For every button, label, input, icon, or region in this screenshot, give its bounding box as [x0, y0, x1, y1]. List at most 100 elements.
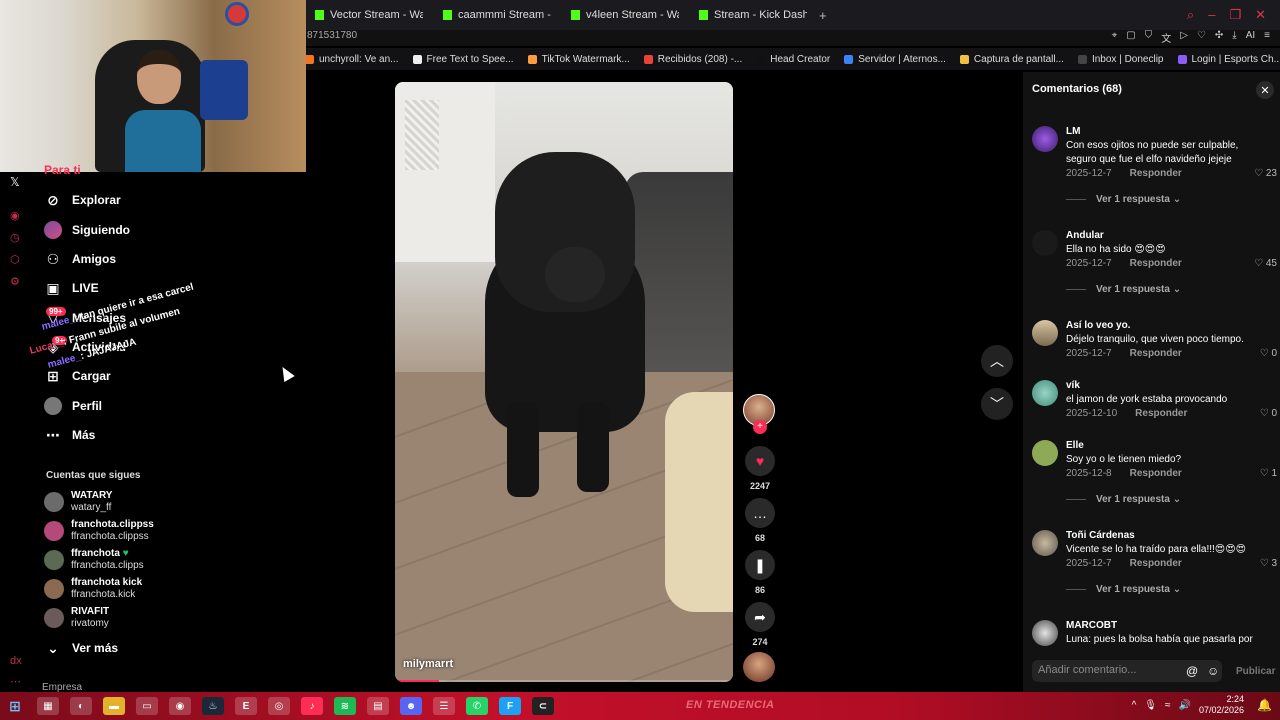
x-icon[interactable]: 𝕏 — [10, 175, 22, 189]
pin-icon[interactable]: ⌖ — [1112, 30, 1118, 45]
close-icon[interactable]: ✕ — [1255, 7, 1266, 23]
following-account[interactable]: RIVAFIT rivatomy — [44, 606, 109, 630]
minimize-icon[interactable]: – — [1208, 7, 1215, 23]
browser-tab[interactable]: Vector Stream - Watch Liv — [305, 0, 433, 30]
capcut-icon[interactable]: ⊂ — [532, 697, 554, 715]
comment-user[interactable]: Elle — [1066, 440, 1084, 451]
reply-button[interactable]: Responder — [1130, 468, 1182, 479]
url-fragment[interactable]: 871531780 — [307, 30, 357, 41]
view-replies-button[interactable]: Ver 1 respuesta ⌄ — [1066, 584, 1181, 595]
emoji-icon[interactable]: ☺ — [1207, 664, 1219, 678]
comment-user[interactable]: Andular — [1066, 230, 1104, 241]
video-author[interactable]: milymarrt — [403, 658, 453, 670]
comment-user[interactable]: vík — [1066, 380, 1080, 391]
app-icon[interactable]: ▭ — [136, 697, 158, 715]
puzzle-icon[interactable]: ✣ — [1215, 30, 1223, 45]
bookmark[interactable]: Login | Esports Ch... — [1177, 54, 1280, 65]
f-app-icon[interactable]: F — [499, 697, 521, 715]
ai-icon[interactable]: AI — [1246, 30, 1255, 45]
search-icon[interactable]: ⌕ — [1187, 7, 1194, 23]
new-tab-plus-icon[interactable]: + — [819, 8, 827, 23]
comment-like-button[interactable]: ♡ 45 — [1254, 258, 1277, 269]
following-account[interactable]: ffranchota kick ffranchota.kick — [44, 577, 142, 601]
bookmark[interactable]: TikTok Watermark... — [527, 54, 630, 65]
like-button[interactable]: ♥ 2247 — [743, 446, 777, 491]
bookmark[interactable]: Head Creator — [756, 54, 830, 65]
shield-icon[interactable]: ⛉ — [1145, 30, 1153, 45]
nav-for-you[interactable]: Para ti — [44, 164, 81, 176]
following-account[interactable]: WATARY watary_ff — [44, 490, 112, 514]
translate-icon[interactable]: 文 — [1161, 30, 1171, 45]
bookmark[interactable]: Servidor | Aternos... — [844, 54, 946, 65]
follow-plus-icon[interactable]: + — [753, 420, 767, 434]
calculator-icon[interactable]: ▤ — [367, 697, 389, 715]
discord-icon[interactable]: ☻ — [400, 697, 422, 715]
view-replies-button[interactable]: Ver 1 respuesta ⌄ — [1066, 494, 1181, 505]
nav-live[interactable]: ▣ LIVE — [44, 276, 98, 300]
bookmark[interactable]: Inbox | Doneclip — [1077, 54, 1164, 65]
avatar[interactable] — [1032, 440, 1058, 466]
music-disc-avatar[interactable] — [743, 652, 775, 682]
see-more-button[interactable]: ⌄ Ver más — [44, 636, 118, 660]
volume-icon[interactable]: 🔊 — [1179, 700, 1191, 711]
following-account[interactable]: ffranchota ♥ ffranchota.clipps — [44, 548, 144, 572]
comment-like-button[interactable]: ♡ 0 — [1260, 348, 1277, 359]
publish-button[interactable]: Publicar — [1236, 666, 1275, 677]
download-icon[interactable]: ⤓ — [1232, 30, 1236, 45]
bookmark[interactable]: Free Text to Spee... — [412, 54, 514, 65]
reply-button[interactable]: Responder — [1130, 168, 1182, 179]
comment-like-button[interactable]: ♡ 23 — [1254, 168, 1277, 179]
reply-button[interactable]: Responder — [1135, 408, 1187, 419]
windows-start-icon[interactable]: ⊞ — [4, 697, 26, 715]
spotify-icon[interactable]: ≋ — [334, 697, 356, 715]
avatar[interactable] — [1032, 530, 1058, 556]
avatar[interactable] — [1032, 620, 1058, 646]
heart-icon[interactable]: ♡ — [1197, 30, 1206, 45]
comment-button[interactable]: … 68 — [743, 498, 777, 543]
folder-icon[interactable]: ▬ — [103, 697, 125, 715]
previous-video-button[interactable]: ︿ — [981, 345, 1013, 377]
comment-like-button[interactable]: ♡ 3 — [1260, 558, 1277, 569]
comment-user[interactable]: MARCOBT — [1066, 620, 1117, 631]
nav-profile[interactable]: Perfil — [44, 394, 102, 418]
obs-icon[interactable]: ◉ — [169, 697, 191, 715]
bookmark[interactable]: Recibidos (208) -... — [643, 54, 742, 65]
nav-more[interactable]: ⋯ Más — [44, 423, 95, 447]
share-button[interactable]: ➦ 274 — [743, 602, 777, 647]
screenshot-icon[interactable]: ▢ — [1126, 30, 1135, 45]
whatsapp-icon[interactable]: ✆ — [466, 697, 488, 715]
game-launcher-icon[interactable]: ◎ — [268, 697, 290, 715]
nav-following[interactable]: Siguiendo — [44, 218, 130, 242]
chevron-up-icon[interactable]: ^ — [1132, 700, 1137, 711]
notification-bell-icon[interactable]: 🔔 — [1257, 698, 1272, 712]
settings-icon[interactable]: ⚙ — [10, 275, 22, 288]
history-icon[interactable]: ◷ — [10, 231, 22, 244]
avatar[interactable] — [1032, 380, 1058, 406]
avatar[interactable] — [1032, 320, 1058, 346]
video-progress-bar[interactable] — [395, 680, 733, 682]
nav-friends[interactable]: ⚇ Amigos — [44, 247, 116, 271]
browser-tab[interactable]: caammmi Stream - Watch — [433, 0, 561, 30]
more-dots-icon[interactable]: ⋯ — [10, 675, 22, 688]
clock[interactable]: 2:24 07/02/2026 — [1199, 694, 1244, 716]
comment-user[interactable]: Así lo veo yo. — [1066, 320, 1130, 331]
cube-icon[interactable]: ⬡ — [10, 253, 22, 266]
maximize-icon[interactable]: ❐ — [1229, 7, 1241, 23]
reply-button[interactable]: Responder — [1130, 348, 1182, 359]
reply-button[interactable]: Responder — [1130, 558, 1182, 569]
view-replies-button[interactable]: Ver 1 respuesta ⌄ — [1066, 284, 1181, 295]
browser-icon[interactable]: ◐ — [70, 697, 92, 715]
avatar[interactable] — [1032, 230, 1058, 256]
epic-games-icon[interactable]: E — [235, 697, 257, 715]
close-comments-button[interactable]: ✕ — [1256, 81, 1274, 99]
bookmark[interactable]: unchyroll: Ve an... — [305, 54, 399, 65]
notes-icon[interactable]: ☰ — [433, 697, 455, 715]
video-player[interactable]: milymarrt — [395, 82, 733, 682]
play-icon[interactable]: ▷ — [1180, 30, 1188, 45]
save-button[interactable]: ❚ 86 — [743, 550, 777, 595]
widgets-icon[interactable]: ▦ — [37, 697, 59, 715]
next-video-button[interactable]: ﹀ — [981, 388, 1013, 420]
nav-explore[interactable]: ⊘ Explorar — [44, 188, 121, 212]
wifi-icon[interactable]: ≈ — [1165, 700, 1171, 711]
dx-icon[interactable]: dx — [10, 655, 22, 667]
